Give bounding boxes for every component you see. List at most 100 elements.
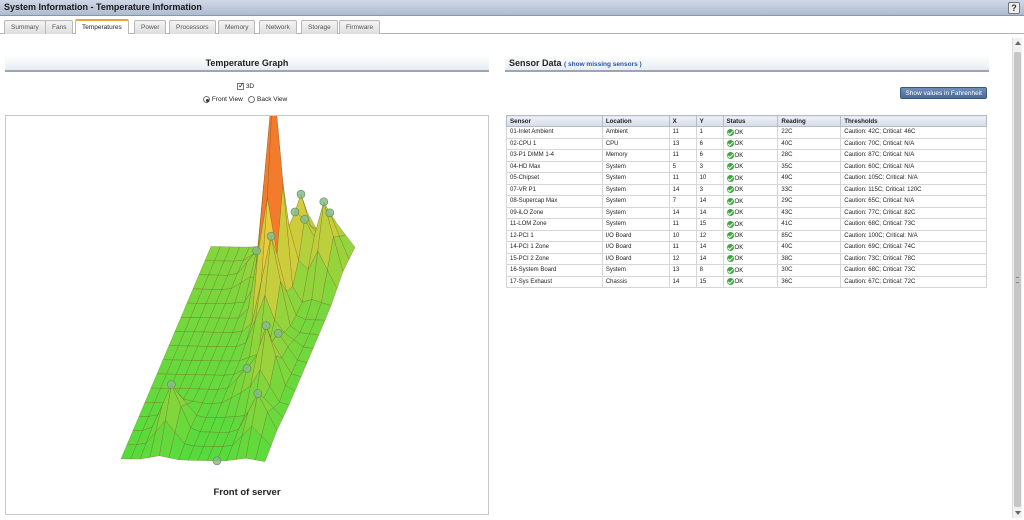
table-row[interactable]: 02-CPU 1 CPU 13 6 OK 40C Caution: 70C; Critica…: [506, 137, 987, 150]
status-cell: OK: [722, 229, 779, 242]
sensor-marker[interactable]: [273, 329, 283, 338]
status-cell: OK: [722, 206, 779, 219]
check-circle-icon: [726, 278, 734, 286]
page-scrollbar[interactable]: [1012, 38, 1022, 518]
y-cell: 1: [695, 126, 724, 139]
reading-cell: 22C: [777, 126, 842, 139]
check-circle-icon: [726, 197, 734, 205]
fahrenheit-button[interactable]: Show values in Fahrenheit: [900, 87, 987, 99]
tab-firmware[interactable]: Firmware: [339, 20, 381, 34]
x-cell: 11: [668, 241, 697, 254]
location-cell: Memory: [601, 149, 670, 162]
tab-fans[interactable]: Fans: [45, 20, 74, 34]
tab-summary[interactable]: Summary: [4, 20, 46, 34]
sensor-marker[interactable]: [266, 231, 276, 241]
location-cell: System: [601, 218, 670, 231]
sensor-marker[interactable]: [290, 207, 300, 217]
status-text: OK: [734, 164, 744, 171]
sensor-marker[interactable]: [325, 208, 335, 218]
scroll-up-icon[interactable]: [1015, 41, 1021, 45]
status-text: OK: [734, 244, 744, 251]
sensor-marker[interactable]: [300, 215, 309, 224]
3d-checkbox[interactable]: ✓: [237, 81, 245, 90]
location-cell: System: [601, 206, 670, 219]
sensor-name-cell: 01-Inlet Ambient: [506, 126, 603, 139]
table-row[interactable]: 14-PCI 1 Zone I/O Board 11 14 OK 40C Caution: …: [506, 241, 987, 254]
thresholds-cell: Caution: 68C; Critical: 73C: [840, 264, 987, 277]
tab-temperatures[interactable]: Temperatures: [75, 19, 129, 34]
scroll-thumb[interactable]: [1014, 52, 1021, 507]
temperature-graph[interactable]: Front of server: [5, 73, 489, 515]
tab-power[interactable]: Power: [134, 20, 167, 34]
sensor-marker[interactable]: [242, 364, 252, 373]
sensor-marker[interactable]: [261, 321, 271, 330]
status-cell: OK: [722, 126, 779, 139]
col-thresholds[interactable]: Thresholds: [840, 115, 987, 127]
col-y[interactable]: Y: [695, 115, 724, 127]
table-row[interactable]: 16-System Board System 13 8 OK 30C Caution: 68…: [506, 264, 987, 277]
sensor-marker[interactable]: [253, 389, 263, 398]
tab-memory[interactable]: Memory: [218, 20, 256, 34]
help-button[interactable]: ?: [1008, 2, 1020, 14]
front-view-radio[interactable]: [203, 96, 210, 103]
thresholds-cell: Caution: 67C; Critical: 72C: [840, 275, 987, 288]
sensor-name-cell: 09-iLO Zone: [506, 206, 603, 219]
status-cell: OK: [722, 172, 779, 185]
check-circle-icon: [726, 220, 734, 228]
table-row[interactable]: 08-Supercap Max System 7 14 OK 29C Caution: 65…: [506, 195, 987, 208]
table-row[interactable]: 04-HD Max System 5 3 OK 35C Caution: 60C; Crit…: [506, 160, 987, 173]
3d-label: 3D: [245, 83, 255, 91]
sensor-marker[interactable]: [212, 456, 222, 466]
show-missing-sensors-link[interactable]: ( show missing sensors ): [564, 61, 642, 68]
3d-option: ✓ 3D: [237, 81, 255, 91]
table-row[interactable]: 11-LOM Zone System 11 15 OK 41C Caution: 68C; …: [506, 218, 987, 231]
thresholds-cell: Caution: 69C; Critical: 74C: [840, 241, 987, 254]
thresholds-cell: Caution: 60C; Critical: N/A: [840, 160, 987, 173]
col-x[interactable]: X: [668, 115, 697, 127]
col-sensor[interactable]: Sensor: [506, 115, 603, 127]
table-row[interactable]: 01-Inlet Ambient Ambient 11 1 OK 22C Caution: …: [506, 126, 987, 139]
tab-network[interactable]: Network: [259, 20, 297, 34]
sensor-data-title: Sensor Data: [509, 58, 562, 68]
tab-bar: Summary Fans Temperatures Power Processo…: [0, 16, 1024, 34]
back-view-radio[interactable]: [248, 96, 256, 103]
thresholds-cell: Caution: 42C; Critical: 46C: [840, 126, 987, 139]
col-reading[interactable]: Reading: [777, 115, 842, 127]
reading-cell: 29C: [777, 195, 842, 208]
x-cell: 11: [668, 149, 697, 162]
sensor-marker[interactable]: [252, 246, 261, 256]
sensor-marker[interactable]: [167, 380, 176, 389]
sensor-table: Sensor Location X Y Status Reading Thres…: [506, 115, 987, 288]
check-circle-icon: [726, 163, 734, 171]
sensor-marker[interactable]: [319, 197, 329, 207]
thresholds-cell: Caution: 68C; Critical: 73C: [840, 218, 987, 231]
table-row[interactable]: 17-Sys Exhaust Chassis 14 15 OK 36C Caution: 6…: [506, 275, 987, 288]
table-row[interactable]: 09-iLO Zone System 14 14 OK 43C Caution: 77C; …: [506, 206, 987, 219]
x-cell: 11: [668, 218, 697, 231]
temperature-surface-plot[interactable]: [6, 73, 488, 476]
y-cell: 3: [695, 160, 724, 173]
reading-cell: 28C: [777, 149, 842, 162]
col-location[interactable]: Location: [601, 115, 670, 127]
location-cell: I/O Board: [601, 252, 670, 265]
y-cell: 3: [695, 183, 724, 196]
sensor-table-header: Sensor Location X Y Status Reading Thres…: [506, 115, 987, 127]
table-row[interactable]: 05-Chipset System 11 10 OK 49C Caution: 105C; …: [506, 172, 987, 185]
col-status[interactable]: Status: [722, 115, 779, 127]
tab-storage[interactable]: Storage: [301, 20, 338, 34]
location-cell: Ambient: [601, 126, 670, 139]
sensor-marker[interactable]: [296, 189, 306, 199]
location-cell: System: [601, 264, 670, 277]
scroll-down-icon[interactable]: [1015, 511, 1021, 515]
status-cell: OK: [722, 252, 779, 265]
check-circle-icon: [726, 186, 734, 194]
table-row[interactable]: 07-VR P1 System 14 3 OK 33C Caution: 115C; Cri…: [506, 183, 987, 196]
x-cell: 11: [668, 126, 697, 139]
tab-processors[interactable]: Processors: [169, 20, 216, 34]
table-row[interactable]: 12-PCI 1 I/O Board 10 12 OK 85C Caution: 100C;…: [506, 229, 987, 242]
table-row[interactable]: 03-P1 DIMM 1-4 Memory 11 6 OK 28C Caution: 87C…: [506, 149, 987, 162]
status-cell: OK: [722, 218, 779, 231]
graph-caption: Front of server: [213, 487, 281, 498]
table-row[interactable]: 15-PCI 2 Zone I/O Board 12 14 OK 38C Caution: …: [506, 252, 987, 265]
y-cell: 14: [695, 252, 724, 265]
